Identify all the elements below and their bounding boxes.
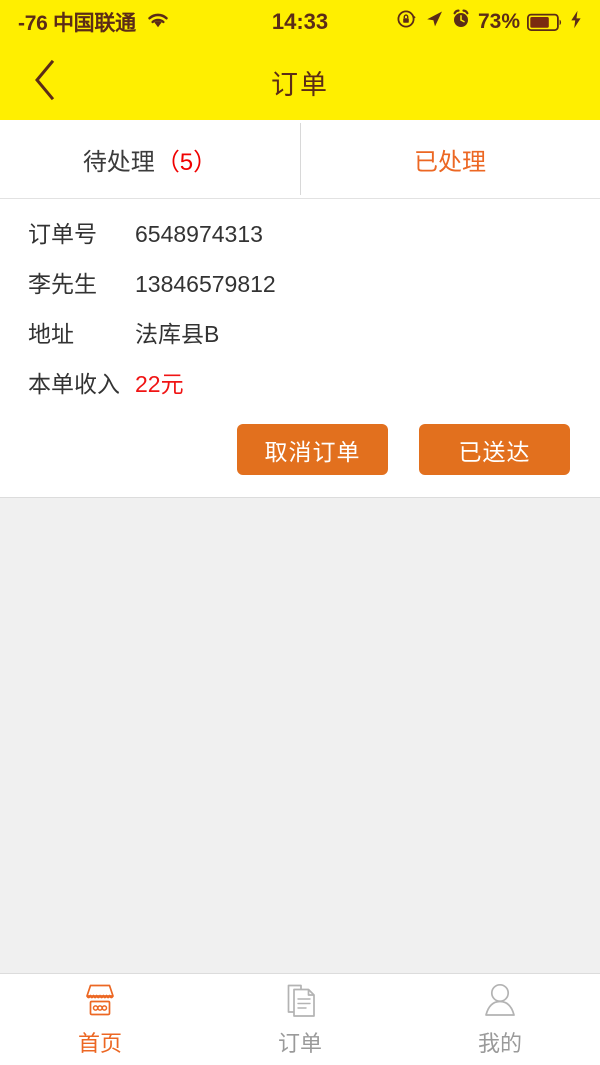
- tabbar-item-profile[interactable]: 我的: [400, 974, 600, 1065]
- storefront-icon: [80, 981, 120, 1021]
- documents-icon: [280, 981, 320, 1021]
- customer-phone-value: 13846579812: [135, 271, 276, 297]
- order-actions: 取消订单 已送达: [0, 415, 600, 475]
- order-tabs: 待处理 （5） 已处理: [0, 120, 600, 199]
- address-value: 法库县B: [135, 321, 220, 347]
- app-screen: -76 中国联通 14:33 73% 订单 待处理 （5） 已处理 订单号 65…: [0, 0, 600, 1065]
- status-bar: -76 中国联通 14:33 73%: [0, 0, 600, 44]
- tabbar-label-orders: 订单: [277, 1031, 322, 1056]
- order-row: 李先生 13846579812: [0, 265, 600, 315]
- nav-bar: 订单: [0, 44, 600, 120]
- delivered-button[interactable]: 已送达: [419, 424, 570, 475]
- cancel-order-button[interactable]: 取消订单: [237, 424, 388, 475]
- tab-pending[interactable]: 待处理 （5）: [0, 120, 300, 198]
- page-title: 订单: [271, 69, 329, 100]
- empty-list-area: [0, 498, 600, 973]
- order-row: 地址 法库县B: [0, 315, 600, 365]
- status-bar-right: 73%: [397, 9, 582, 35]
- tab-pending-count: （5）: [155, 148, 218, 176]
- tab-pending-label: 待处理: [82, 148, 155, 176]
- bottom-tab-bar: 首页 订单 我的: [0, 973, 600, 1065]
- rotation-lock-icon: [397, 9, 417, 35]
- battery-percent-label: 73%: [477, 10, 520, 33]
- carrier-label: -76 中国联通: [18, 12, 136, 35]
- tabbar-label-home: 首页: [77, 1031, 122, 1056]
- tab-processed[interactable]: 已处理: [300, 120, 600, 198]
- order-number-value: 6548974313: [135, 221, 263, 247]
- location-arrow-icon: [424, 9, 444, 35]
- wifi-icon: [145, 10, 171, 35]
- tabbar-item-orders[interactable]: 订单: [200, 974, 400, 1065]
- chevron-left-icon: [32, 59, 58, 106]
- order-row: 本单收入 22元: [0, 365, 600, 415]
- status-bar-left: -76 中国联通: [18, 7, 171, 37]
- customer-name-label: 李先生: [28, 271, 97, 297]
- address-label: 地址: [28, 321, 74, 347]
- tabbar-label-profile: 我的: [477, 1031, 522, 1056]
- income-label: 本单收入: [28, 371, 120, 397]
- order-number-label: 订单号: [28, 221, 97, 247]
- lightning-bolt-icon: [570, 10, 582, 35]
- alarm-clock-icon: [451, 9, 471, 35]
- tab-processed-label: 已处理: [414, 148, 486, 176]
- tabbar-item-home[interactable]: 首页: [0, 974, 200, 1065]
- income-value: 22元: [135, 371, 184, 397]
- order-row: 订单号 6548974313: [0, 215, 600, 265]
- person-icon: [480, 981, 520, 1021]
- battery-icon: [527, 13, 563, 32]
- back-button[interactable]: [10, 44, 80, 120]
- order-card: 订单号 6548974313 李先生 13846579812 地址 法库县B 本…: [0, 199, 600, 498]
